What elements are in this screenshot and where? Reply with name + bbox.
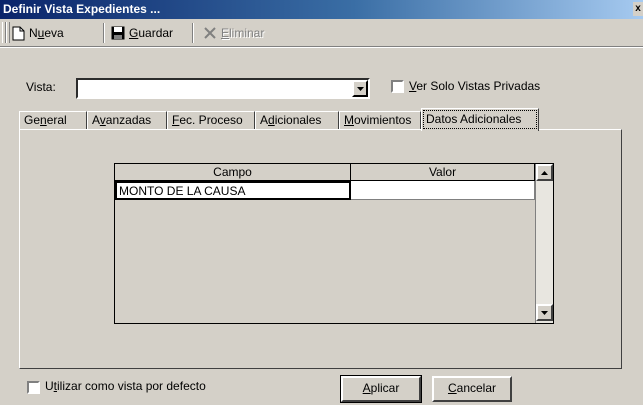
eliminar-button[interactable]: Eliminar bbox=[203, 23, 264, 43]
tab-general[interactable]: General bbox=[19, 111, 87, 129]
vertical-scrollbar[interactable] bbox=[535, 164, 553, 323]
vista-label: Vista: bbox=[26, 80, 56, 94]
toolbar-separator bbox=[192, 23, 194, 43]
nueva-label: Nueva bbox=[29, 26, 64, 40]
toolbar-divider bbox=[0, 46, 643, 48]
tab-fec-proceso[interactable]: Fec. Proceso bbox=[167, 111, 255, 129]
tab-avanzadas[interactable]: Avanzadas bbox=[87, 111, 167, 129]
cancelar-button[interactable]: Cancelar bbox=[432, 376, 512, 402]
toolbar: Nueva Guardar Eliminar bbox=[0, 20, 643, 46]
new-document-icon bbox=[12, 26, 25, 40]
vista-combobox[interactable] bbox=[76, 78, 370, 99]
default-view-checkbox[interactable] bbox=[27, 381, 40, 394]
arrow-down-icon bbox=[541, 310, 548, 315]
close-button[interactable]: x bbox=[633, 2, 643, 16]
datos-grid[interactable]: Campo Valor MONTO DE LA CAUSA bbox=[114, 163, 554, 324]
grid-cell-campo[interactable]: MONTO DE LA CAUSA bbox=[115, 181, 351, 200]
guardar-label: Guardar bbox=[129, 26, 174, 40]
scroll-down-button[interactable] bbox=[536, 304, 553, 321]
title-bar: Definir Vista Expedientes ... x bbox=[0, 0, 643, 19]
arrow-up-icon bbox=[541, 170, 548, 175]
aplicar-button[interactable]: Aplicar bbox=[340, 375, 422, 403]
solo-privadas-checkbox[interactable] bbox=[391, 80, 404, 93]
vista-dropdown-button[interactable] bbox=[352, 80, 368, 97]
default-view-label: Utilizar como vista por defecto bbox=[45, 379, 206, 393]
chevron-down-icon bbox=[356, 86, 364, 91]
eliminar-label: Eliminar bbox=[221, 26, 265, 40]
toolbar-separator bbox=[103, 23, 105, 43]
solo-privadas-label: Ver Solo Vistas Privadas bbox=[409, 79, 541, 93]
guardar-button[interactable]: Guardar bbox=[111, 23, 173, 43]
grid-cell-valor[interactable] bbox=[351, 181, 535, 200]
tab-adicionales[interactable]: Adicionales bbox=[255, 111, 339, 129]
scroll-up-button[interactable] bbox=[536, 164, 553, 181]
tab-movimientos[interactable]: Movimientos bbox=[339, 111, 421, 129]
tab-datos-adicionales[interactable]: Datos Adicionales bbox=[421, 108, 539, 131]
delete-x-icon bbox=[204, 27, 216, 39]
toolbar-grip-2[interactable] bbox=[6, 22, 10, 43]
floppy-disk-icon bbox=[111, 26, 125, 40]
column-header-valor[interactable]: Valor bbox=[351, 164, 535, 181]
window-title: Definir Vista Expedientes ... bbox=[3, 2, 161, 16]
column-header-campo[interactable]: Campo bbox=[115, 164, 351, 181]
nueva-button[interactable]: Nueva bbox=[12, 23, 64, 43]
